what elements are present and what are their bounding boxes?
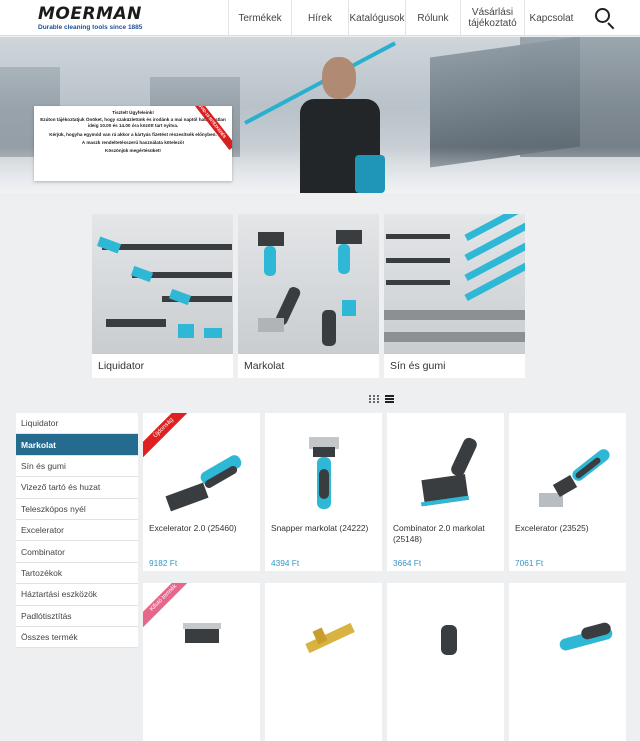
grid-view-icon[interactable] [369,395,379,404]
sidebar-item-haztartasi[interactable]: Háztartási eszközök [16,584,138,606]
category-sidebar: Liquidator Markolat Sín és gumi Vizező t… [16,413,138,649]
product-card[interactable]: Excelerator (23525) 7061 Ft [509,413,626,571]
sidebar-item-markolat[interactable]: Markolat [16,434,138,456]
category-label: Liquidator [98,360,145,372]
product-image [519,603,616,691]
sidebar-item-tartozekok[interactable]: Tartozékok [16,562,138,585]
product-card[interactable]: Combinator 2.0 markolat (25148) 3664 Ft [387,413,504,571]
notice-payment: Kérjük, hogyha egymód van rá akkor a kár… [49,131,217,137]
product-price: 3664 Ft [393,558,422,568]
nav-kapcsolat[interactable]: Kapcsolat [524,0,578,36]
product-name: Excelerator 2.0 (25460) [149,523,237,533]
product-card[interactable]: Snapper markolat (24222) 4394 Ft [265,413,382,571]
category-label: Markolat [244,360,285,372]
sin-es-gumi-image [384,214,525,354]
product-price: 9182 Ft [149,558,178,568]
category-card-markolat[interactable]: Markolat [238,214,379,378]
category-card-liquidator[interactable]: Liquidator [92,214,233,378]
sidebar-item-sin-es-gumi[interactable]: Sín és gumi [16,455,138,478]
covid-notice: Tisztelt Ügyfeleink! Ezúton tájékoztatju… [34,106,232,181]
sidebar-item-vizezo-tarto[interactable]: Vizező tartó és huzat [16,477,138,499]
main-nav: Termékek Hírek Katalógusok Rólunk Vásárl… [228,0,578,36]
nav-katalogusok[interactable]: Katalógusok [348,0,405,36]
moerman-logo[interactable]: MOERMAN Durable cleaning tools since 188… [38,4,162,34]
nav-vasarlasi-tajekoztato[interactable]: Vásárlási tájékoztató [460,0,524,36]
category-label: Sín és gumi [390,360,446,372]
product-card[interactable]: Kifutó termék [143,583,260,741]
sidebar-item-teleszkopos-nyel[interactable]: Teleszkópos nyél [16,498,138,520]
product-image [397,433,494,521]
product-image [275,433,372,521]
product-card[interactable] [387,583,504,741]
notice-mask: A maszk rendeltetésszerű használata köte… [81,139,185,145]
sidebar-item-liquidator[interactable]: Liquidator [16,413,138,435]
list-view-icon[interactable] [385,395,395,404]
hero-banner: Tisztelt Ügyfeleink! Ezúton tájékoztatju… [0,37,640,193]
logo-wordmark: MOERMAN [38,4,142,24]
product-image [153,603,250,691]
product-name: Snapper markolat (24222) [271,523,369,533]
sidebar-item-combinator[interactable]: Combinator [16,541,138,563]
product-name: Combinator 2.0 markolat (25148) [393,523,485,544]
product-price: 4394 Ft [271,558,300,568]
product-image [275,603,372,691]
notice-hours: Ezúton tájékoztatjuk Önöket, hogy szaküz… [40,117,226,129]
nav-termekek[interactable]: Termékek [228,0,291,36]
product-price: 7061 Ft [515,558,544,568]
markolat-image [238,214,379,354]
product-card[interactable]: Újdonság Excelerator 2.0 (25460) 9182 Ft [143,413,260,571]
product-image [519,433,616,521]
logo-tagline: Durable cleaning tools since 1885 [38,24,143,31]
search-icon[interactable] [592,6,618,32]
sidebar-item-osszes-termek[interactable]: Összes termék [16,626,138,649]
bucket-image [355,155,385,193]
product-image [397,603,494,691]
notice-thanks: Köszönjük megértésüket! [105,148,161,154]
sidebar-item-padlotisztitas[interactable]: Padlótisztítás [16,605,138,627]
nav-rolunk[interactable]: Rólunk [405,0,460,36]
nav-hirek[interactable]: Hírek [291,0,348,36]
product-name: Excelerator (23525) [515,523,589,533]
site-header: MOERMAN Durable cleaning tools since 188… [0,0,640,36]
hero-model [322,57,356,99]
sidebar-item-excelerator[interactable]: Excelerator [16,519,138,542]
category-card-sin-es-gumi[interactable]: Sín és gumi [384,214,525,378]
liquidator-image [92,214,233,354]
product-card[interactable] [509,583,626,741]
product-card[interactable] [265,583,382,741]
product-image [153,433,250,521]
